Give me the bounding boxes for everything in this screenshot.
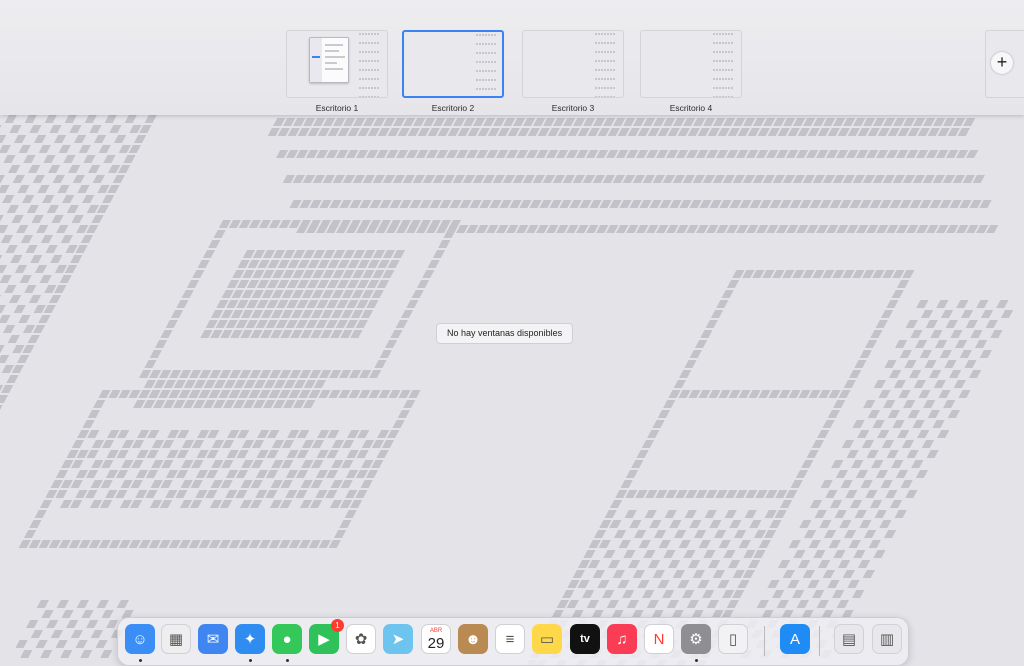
space-thumbnail-1[interactable]: Escritorio 1 [286, 30, 388, 113]
no-windows-message: No hay ventanas disponibles [436, 323, 574, 344]
calendar-month: ABR [429, 627, 443, 634]
contacts-icon[interactable]: ☻ [458, 624, 488, 654]
maps-icon[interactable]: ➤ [383, 624, 413, 654]
gear-icon[interactable]: ⚙ [681, 624, 711, 654]
space-label: Escritorio 2 [431, 103, 475, 113]
calendar-day: 29 [427, 634, 445, 652]
app-store-icon[interactable]: A [780, 624, 810, 654]
dock: ☺ ▦ ✉ ✦ ● ▶ 1 ✿ ➤ ABR 29 ☻ ≡ ▭ tv ♫ N ⚙ ▯ A ▤ ▥ [117, 617, 909, 666]
launchpad-icon[interactable]: ▦ [161, 624, 191, 654]
space-thumbnail-3[interactable]: Escritorio 3 [522, 30, 624, 113]
space-thumbnail-2[interactable]: Escritorio 2 [402, 30, 504, 113]
notes-icon[interactable]: ▭ [532, 624, 562, 654]
safari-icon[interactable]: ✦ [235, 624, 265, 654]
messages-icon[interactable]: ● [272, 624, 302, 654]
space-label: Escritorio 1 [315, 103, 359, 113]
space-preview[interactable] [402, 30, 504, 98]
space-label: Escritorio 3 [551, 103, 595, 113]
reminders-icon[interactable]: ≡ [495, 624, 525, 654]
space-preview[interactable] [640, 30, 742, 98]
phone-icon[interactable]: ▯ [718, 624, 748, 654]
space-thumbnail-4[interactable]: Escritorio 4 [640, 30, 742, 113]
photos-icon[interactable]: ✿ [346, 624, 376, 654]
space-preview[interactable] [286, 30, 388, 98]
running-indicator [286, 659, 289, 662]
space-preview[interactable] [522, 30, 624, 98]
dock-separator [819, 626, 820, 656]
window-preview[interactable] [309, 37, 349, 83]
music-icon[interactable]: ♫ [607, 624, 637, 654]
running-indicator [249, 659, 252, 662]
trash-icon[interactable]: ▥ [872, 624, 902, 654]
document-icon[interactable]: ▤ [834, 624, 864, 654]
running-indicator [695, 659, 698, 662]
notification-badge: 1 [331, 619, 344, 632]
space-label: Escritorio 4 [669, 103, 713, 113]
tv-icon[interactable]: tv [570, 624, 600, 654]
facetime-icon[interactable]: ▶ 1 [309, 619, 344, 654]
calendar-icon[interactable]: ABR 29 [421, 624, 451, 654]
add-space-button[interactable]: + [985, 30, 1024, 98]
dock-separator [764, 626, 765, 656]
running-indicator [139, 659, 142, 662]
finder-icon[interactable]: ☺ [125, 624, 155, 654]
plus-icon[interactable]: + [991, 52, 1013, 74]
mail-icon[interactable]: ✉ [198, 624, 228, 654]
news-icon[interactable]: N [644, 624, 674, 654]
mission-control-spaces-bar: Escritorio 1 Escritorio 2 Escritorio 3 E… [0, 0, 1024, 115]
